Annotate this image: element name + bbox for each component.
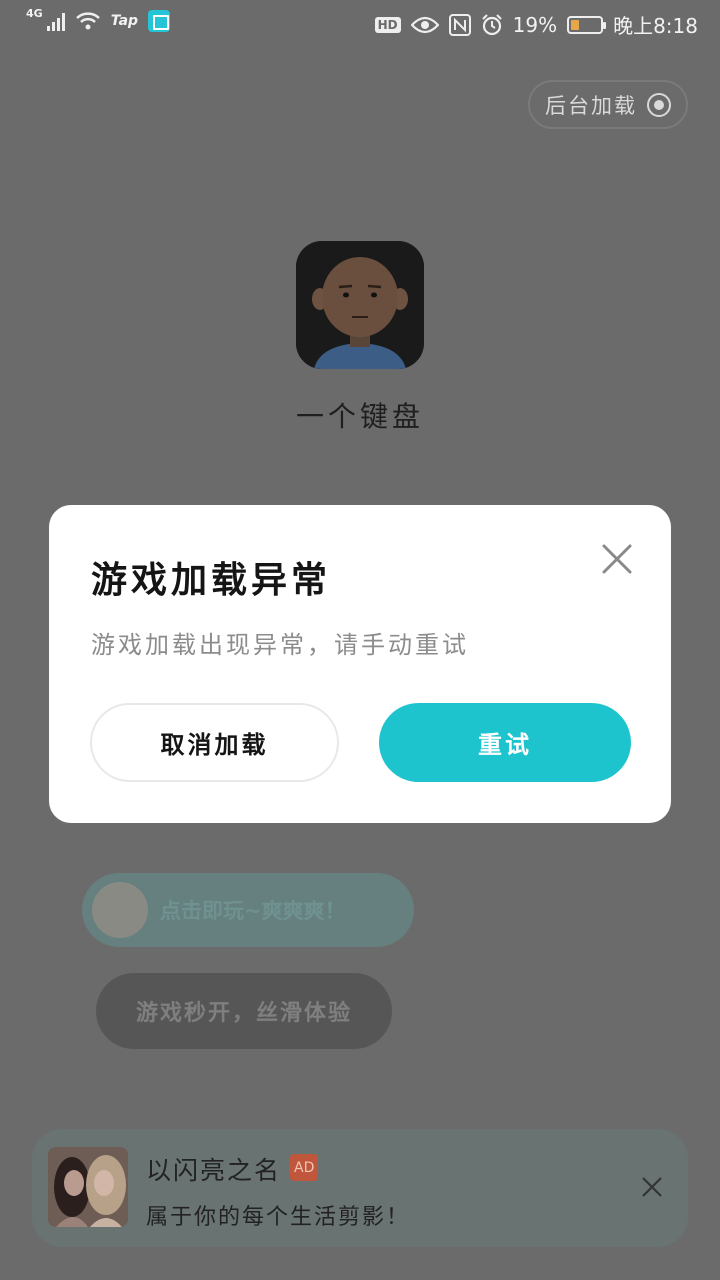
ad-badge: AD <box>290 1154 319 1181</box>
alarm-icon <box>481 13 502 35</box>
hd-icon: HD <box>374 16 401 33</box>
avatar-illustration <box>296 241 424 369</box>
game-title: 一个键盘 <box>295 400 424 433</box>
ad-close-icon[interactable] <box>640 1175 664 1199</box>
reader-app-icon <box>148 10 171 32</box>
dialog-title: 游戏加载异常 <box>91 560 332 601</box>
promo-text: 点击即玩~爽爽爽！ <box>160 899 346 923</box>
ad-title: 以闪亮之名 <box>146 1156 282 1185</box>
eye-icon <box>410 16 439 33</box>
close-icon[interactable] <box>601 543 633 575</box>
ad-thumbnail <box>48 1147 128 1227</box>
load-error-dialog: 游戏加载异常 游戏加载出现异常，请手动重试 取消加载 重试 <box>49 505 671 823</box>
game-icon <box>296 241 424 369</box>
instant-play-button[interactable]: 游戏秒开，丝滑体验 <box>96 973 392 1049</box>
dialog-message: 游戏加载出现异常，请手动重试 <box>91 631 469 659</box>
background-load-label: 后台加载 <box>545 93 637 118</box>
network-type-label: 4G <box>26 6 43 20</box>
background-load-button[interactable]: 后台加载 <box>528 80 688 129</box>
battery-icon <box>567 15 607 34</box>
status-bar: 4G Tap HD 19% 晚上8:18 <box>0 0 720 48</box>
promo-avatar <box>92 882 148 938</box>
clock: 晚上8:18 <box>613 14 698 38</box>
tap-app-label: Tap <box>110 13 139 29</box>
nfc-icon <box>448 13 471 36</box>
cancel-load-button[interactable]: 取消加载 <box>90 703 339 782</box>
ad-subtitle: 属于你的每个生活剪影！ <box>146 1205 411 1230</box>
wifi-icon <box>75 12 100 30</box>
battery-percent: 19% <box>512 12 558 37</box>
retry-button[interactable]: 重试 <box>379 703 631 782</box>
play-now-banner[interactable]: 点击即玩~爽爽爽！ <box>82 873 414 947</box>
ad-banner[interactable]: 以闪亮之名 AD 属于你的每个生活剪影！ <box>32 1129 688 1247</box>
signal-icon <box>46 11 65 31</box>
radio-icon <box>647 92 671 117</box>
